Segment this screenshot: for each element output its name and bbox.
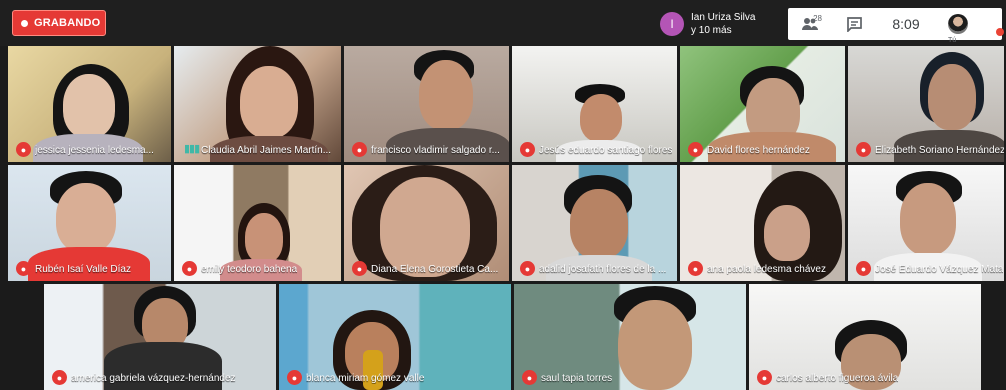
participant-name: adalid josafath flores de la ... [539,264,667,275]
meeting-controls-panel: 28 8:09 Tú [788,8,1002,44]
meeting-topbar: GRABANDO I Ian Uriza Silva y 10 más 28 8… [0,0,1006,46]
recording-label: GRABANDO [34,17,101,29]
self-avatar [948,14,968,34]
mic-off-icon: ● [352,261,367,276]
participants-button[interactable]: 28 [788,14,832,32]
participant-name: carlos alberto figueroa ávila [776,373,899,384]
participant-tile[interactable]: ● Jesús eduardo santiago flores [512,46,677,162]
participant-name: emily teodoro bahena [201,264,298,275]
participant-tile[interactable]: ● ana paola ledesma chávez [680,165,845,281]
participant-tile[interactable]: ● emily teodoro bahena [174,165,341,281]
mic-off-icon: ● [16,142,31,157]
clock: 8:09 [892,16,920,32]
participant-name: José Eduardo Vázquez Mata [875,264,1004,275]
presenter-name: Ian Uriza Silva [691,12,756,23]
mic-off-icon: ● [287,370,302,385]
record-dot-icon [21,19,28,27]
participant-tile[interactable]: ● america gabriela vázquez-hernández [44,284,276,390]
mic-off-icon: ● [522,370,537,385]
notification-dot [996,28,1004,36]
chat-button[interactable] [832,16,876,32]
participant-name: Rubén Isaí Valle Díaz [35,264,131,275]
mic-off-icon: ● [16,261,31,276]
participant-tile[interactable]: ● francisco vladimir salgado r... [344,46,509,162]
participant-name: francisco vladimir salgado r... [371,145,500,156]
participant-name: David flores hernández [707,145,810,156]
presenter-more: y 10 más [691,25,732,36]
participant-name: Elizabeth Soriano Hernández [875,145,1004,156]
participant-name: saul tapia torres [541,373,613,384]
participant-name: Claudia Abril Jaimes Martín... [201,145,332,156]
mic-off-icon: ● [856,142,871,157]
mic-off-icon: ● [520,142,535,157]
mic-off-icon: ● [757,370,772,385]
participant-tile[interactable]: ● David flores hernández [680,46,845,162]
self-view-button[interactable]: Tú [936,14,980,44]
mic-off-icon: ● [856,261,871,276]
mic-off-icon: ● [352,142,367,157]
presenter-info[interactable]: I Ian Uriza Silva y 10 más [660,10,755,38]
self-label: Tú [948,37,957,44]
mic-off-icon: ● [520,261,535,276]
participant-tile[interactable]: ● saul tapia torres [514,284,746,390]
mic-off-icon: ● [52,370,67,385]
participant-name: jessica jessenia ledesma... [35,145,154,156]
participant-name: blanca miriam gómez valle [306,373,425,384]
mic-off-icon: ● [182,261,197,276]
participant-tile[interactable]: ● jessica jessenia ledesma... [8,46,171,162]
participant-count: 28 [813,14,822,23]
mic-off-icon: ● [688,261,703,276]
participant-tile[interactable]: ● Rubén Isaí Valle Díaz [8,165,171,281]
chat-icon [846,16,862,32]
mic-off-icon: ● [688,142,703,157]
participant-tile[interactable]: ● José Eduardo Vázquez Mata [848,165,1004,281]
participant-tile[interactable]: ● blanca miriam gómez valle [279,284,511,390]
participant-grid: ● jessica jessenia ledesma... ▮▮▮ Claudi… [8,46,1004,390]
participant-tile[interactable]: ● Elizabeth Soriano Hernández [848,46,1004,162]
participant-name: Jesús eduardo santiago flores [539,145,673,156]
participant-name: ana paola ledesma chávez [707,264,826,275]
participant-tile[interactable]: ● Diana Elena Gorostieta Ca... [344,165,509,281]
audio-wave-icon: ▮▮▮ [184,143,200,155]
participant-name: america gabriela vázquez-hernández [71,373,236,384]
recording-button[interactable]: GRABANDO [12,10,106,36]
participant-tile[interactable]: ● carlos alberto figueroa ávila [749,284,981,390]
participant-tile[interactable]: ● adalid josafath flores de la ... [512,165,677,281]
presenter-names: Ian Uriza Silva y 10 más [691,11,755,37]
presenter-avatar: I [660,12,684,36]
participant-name: Diana Elena Gorostieta Ca... [371,264,499,275]
participant-tile[interactable]: ▮▮▮ Claudia Abril Jaimes Martín... [174,46,341,162]
